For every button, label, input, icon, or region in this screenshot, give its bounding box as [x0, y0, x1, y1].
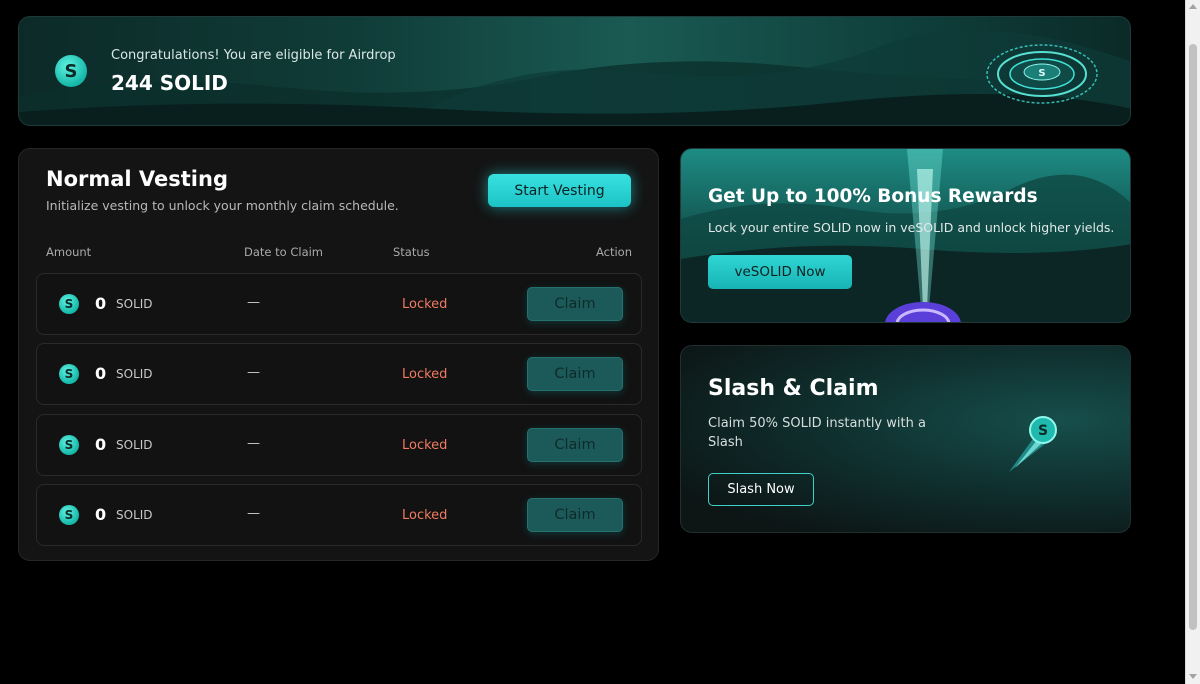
row-date: — [247, 365, 260, 380]
table-row: S 0 SOLID — Locked Claim [36, 414, 642, 476]
airdrop-eligibility-text: Congratulations! You are eligible for Ai… [111, 48, 396, 63]
svg-text:S: S [1038, 68, 1045, 79]
page-scrollbar[interactable] [1185, 0, 1200, 684]
row-amount: 0 [95, 505, 107, 524]
solid-coin-icon: S [59, 505, 79, 525]
row-amount: 0 [95, 294, 107, 313]
row-amount: 0 [95, 364, 107, 383]
bonus-rewards-card: Get Up to 100% Bonus Rewards Lock your e… [680, 148, 1131, 323]
vesolid-now-button[interactable]: veSOLID Now [708, 255, 852, 289]
column-header-status: Status [393, 245, 430, 259]
row-unit: SOLID [116, 508, 153, 522]
scroll-down-arrow-icon[interactable] [1189, 674, 1197, 679]
column-header-date: Date to Claim [244, 245, 324, 259]
row-amount: 0 [95, 435, 107, 454]
row-status: Locked [402, 297, 448, 312]
claim-button[interactable]: Claim [527, 357, 623, 391]
table-row: S 0 SOLID — Locked Claim [36, 343, 642, 405]
row-status: Locked [402, 438, 448, 453]
scroll-up-arrow-icon[interactable] [1189, 4, 1197, 9]
row-unit: SOLID [116, 438, 153, 452]
row-unit: SOLID [116, 297, 153, 311]
row-status: Locked [402, 367, 448, 382]
bonus-title: Get Up to 100% Bonus Rewards [708, 186, 1038, 207]
vesting-table-header: Amount Date to Claim Status Action [46, 245, 632, 261]
row-date: — [247, 295, 260, 310]
column-header-action: Action [595, 245, 632, 259]
row-date: — [247, 436, 260, 451]
start-vesting-button[interactable]: Start Vesting [488, 174, 631, 207]
slash-claim-card: Slash & Claim Claim 50% SOLID instantly … [680, 345, 1131, 533]
slash-description: Claim 50% SOLID instantly with a Slash [708, 416, 926, 450]
bonus-description: Lock your entire SOLID now in veSOLID an… [708, 220, 1115, 235]
svg-text:S: S [1038, 423, 1048, 439]
vesting-title: Normal Vesting [46, 167, 228, 191]
airdrop-amount: 244 SOLID [111, 71, 228, 95]
claim-button[interactable]: Claim [527, 498, 623, 532]
portal-ring-icon: S [986, 44, 1098, 104]
scrollbar-thumb[interactable] [1189, 44, 1197, 630]
table-row: S 0 SOLID — Locked Claim [36, 484, 642, 546]
airdrop-banner: S Congratulations! You are eligible for … [18, 16, 1131, 126]
row-status: Locked [402, 508, 448, 523]
slash-title: Slash & Claim [708, 376, 879, 401]
vesting-description: Initialize vesting to unlock your monthl… [46, 198, 399, 213]
slash-now-button[interactable]: Slash Now [708, 473, 814, 506]
claim-button[interactable]: Claim [527, 287, 623, 321]
solid-coin-icon: S [59, 435, 79, 455]
solid-logo-icon: S [55, 55, 87, 87]
column-header-amount: Amount [46, 245, 92, 259]
claim-button[interactable]: Claim [527, 428, 623, 462]
row-date: — [247, 506, 260, 521]
solid-coin-icon: S [59, 294, 79, 314]
comet-coin-icon: S [1009, 416, 1057, 472]
row-unit: SOLID [116, 367, 153, 381]
normal-vesting-panel: Normal Vesting Initialize vesting to unl… [18, 148, 659, 561]
solid-coin-icon: S [59, 364, 79, 384]
bonus-landscape [681, 149, 1130, 322]
table-row: S 0 SOLID — Locked Claim [36, 273, 642, 335]
